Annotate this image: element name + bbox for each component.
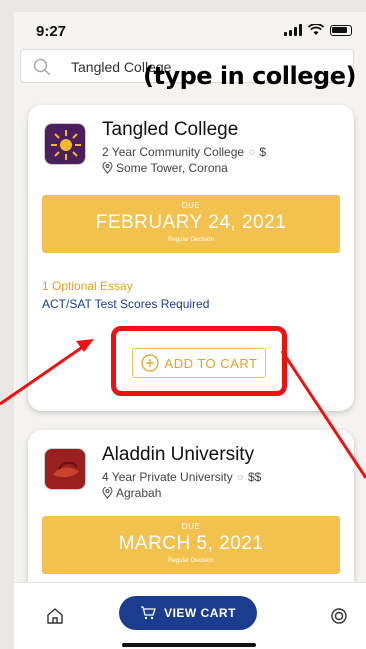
due-date: FEBRUARY 24, 2021 bbox=[95, 212, 287, 233]
status-bar: 9:27 bbox=[14, 12, 366, 46]
due-date: MARCH 5, 2021 bbox=[118, 533, 264, 554]
due-label: DUE bbox=[181, 201, 201, 210]
pin-icon bbox=[102, 487, 113, 499]
college-location-text: Some Tower, Corona bbox=[116, 161, 228, 175]
cart-icon bbox=[141, 606, 156, 620]
college-name[interactable]: Aladdin University bbox=[102, 444, 254, 466]
college-type-text: 4 Year Private University bbox=[102, 470, 233, 484]
view-cart-label: VIEW CART bbox=[164, 606, 236, 620]
college-location: Agrabah bbox=[102, 486, 161, 500]
view-cart-button[interactable]: VIEW CART bbox=[119, 596, 257, 630]
phone-screen: 9:27 Tangled College Tangled College 2 Y… bbox=[14, 12, 366, 649]
college-cost: $$ bbox=[247, 470, 262, 484]
status-time: 9:27 bbox=[36, 23, 67, 40]
sun-icon bbox=[51, 130, 81, 160]
meta-separator: ○ bbox=[248, 145, 256, 159]
college-card-tangled[interactable]: Tangled College 2 Year Community College… bbox=[28, 105, 354, 411]
college-type: 2 Year Community College ○ $ bbox=[102, 145, 266, 159]
gear-icon[interactable] bbox=[330, 607, 348, 625]
due-label: DUE bbox=[181, 522, 201, 531]
college-type: 4 Year Private University ○ $$ bbox=[102, 470, 261, 484]
due-date-box: DUE MARCH 5, 2021 Regular Decision bbox=[42, 516, 340, 574]
college-logo bbox=[44, 448, 86, 490]
decision-type: Regular Decision bbox=[168, 237, 214, 243]
battery-icon bbox=[330, 24, 352, 36]
status-icons bbox=[284, 24, 352, 36]
decision-type: Regular Decision bbox=[168, 558, 214, 564]
home-indicator bbox=[122, 643, 256, 647]
home-icon[interactable] bbox=[46, 607, 64, 625]
college-type-text: 2 Year Community College bbox=[102, 145, 245, 159]
annotation-highlight-box bbox=[111, 326, 287, 396]
signal-icon bbox=[284, 24, 302, 36]
college-name[interactable]: Tangled College bbox=[102, 119, 238, 141]
wifi-icon bbox=[308, 24, 324, 35]
bottom-nav-bar: VIEW CART bbox=[14, 582, 366, 649]
college-cost: $ bbox=[259, 145, 267, 159]
meta-separator: ○ bbox=[236, 470, 244, 484]
essay-requirement: 1 Optional Essay bbox=[42, 279, 133, 293]
college-location-text: Agrabah bbox=[116, 486, 162, 500]
search-icon bbox=[33, 58, 51, 76]
due-date-box: DUE FEBRUARY 24, 2021 Regular Decision bbox=[42, 195, 340, 253]
test-requirement: ACT/SAT Test Scores Required bbox=[42, 297, 210, 311]
annotation-text: (type in college) bbox=[143, 62, 356, 90]
pin-icon bbox=[102, 162, 113, 174]
college-logo bbox=[44, 123, 86, 165]
lamp-icon bbox=[53, 461, 79, 478]
college-location: Some Tower, Corona bbox=[102, 161, 228, 175]
